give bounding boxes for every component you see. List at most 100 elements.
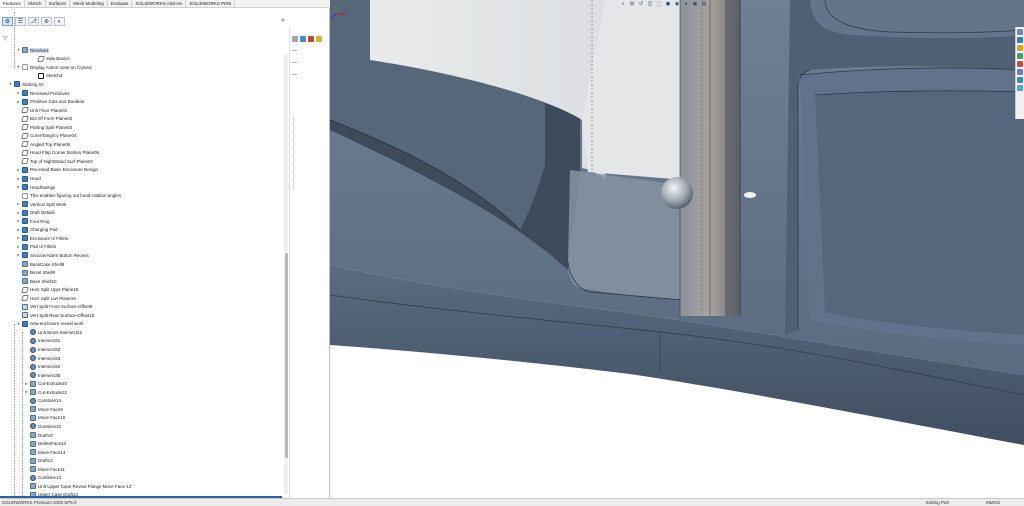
expand-toggle-icon[interactable]: ▾ <box>8 81 13 87</box>
tree-item[interactable]: ▸ Hood <box>0 174 284 183</box>
tree-item[interactable]: Intersect34 <box>0 362 284 371</box>
ball-button[interactable] <box>661 177 693 209</box>
expand-toggle-icon[interactable]: ▸ <box>16 176 21 182</box>
tree-item[interactable]: ▾ Revolve1 <box>0 46 284 55</box>
expand-toggle-icon[interactable]: ▸ <box>16 90 21 96</box>
tree-item[interactable]: ▾ Display Action none on Curved <box>0 63 284 72</box>
tree-item[interactable]: ▸ Cut-Extrude22 <box>0 388 284 397</box>
hide-show-icon[interactable]: ◉ <box>674 1 680 7</box>
top-right-oval[interactable] <box>810 0 1024 39</box>
expand-toggle-icon[interactable]: ▸ <box>16 167 21 173</box>
pin-icon[interactable] <box>292 36 298 42</box>
tree-item[interactable]: ▸ Revolved Primitives <box>0 89 284 98</box>
tree-item[interactable]: BackCase Shell8 <box>0 260 284 269</box>
tree-item[interactable]: ▸ Charging Pad <box>0 226 284 235</box>
expand-toggle-icon[interactable]: ▸ <box>16 235 21 241</box>
tab-evaluate[interactable]: Evaluate <box>108 0 133 7</box>
tree-item[interactable]: DeleteFace13 <box>0 439 284 448</box>
graphics-area[interactable]: ⌕ ⊞ ↺ ◫ ⬚ ◼ ◉ ● ▣ ▤ <box>330 0 1024 498</box>
tree-item[interactable]: Move Face10 <box>0 414 284 423</box>
tree-item[interactable]: ▸ Snooze/Alarm Button Recess <box>0 251 284 260</box>
tree-item[interactable]: Draft10 <box>0 431 284 440</box>
design-library-icon[interactable] <box>1017 37 1023 43</box>
expand-toggle-icon[interactable]: ▸ <box>24 389 29 395</box>
tree-item[interactable]: Hood Flap Corner Bottom Plane06 <box>0 149 284 158</box>
tree-item[interactable]: Bezel Shell9 <box>0 268 284 277</box>
tree-item[interactable]: Combine14 <box>0 397 284 406</box>
tree-item[interactable]: Combine10 <box>0 422 284 431</box>
tree-item[interactable]: Horz Split Lwr Plane16 <box>0 294 284 303</box>
view-icon[interactable] <box>300 36 306 42</box>
pdm-icon[interactable] <box>1017 85 1023 91</box>
appearances-icon[interactable] <box>1017 61 1023 67</box>
tree-item[interactable]: CurveTangncy Plane04 <box>0 132 284 141</box>
tree-item[interactable]: Intersect31 <box>0 337 284 346</box>
tree-item[interactable]: Intersect32 <box>0 345 284 354</box>
right-pocket-inner[interactable] <box>815 90 1024 336</box>
view-settings-icon[interactable]: ▤ <box>701 1 707 7</box>
tab-sketch[interactable]: Sketch <box>25 0 46 7</box>
tree-item[interactable]: Top of NightStand Surf Plane07 <box>0 157 284 166</box>
model-view[interactable] <box>330 0 1024 498</box>
expand-toggle-icon[interactable]: ▸ <box>16 244 21 250</box>
feature-manager-icon[interactable]: ⚙ <box>2 17 13 26</box>
tree-item[interactable]: Parting Split Plane03 <box>0 123 284 132</box>
zoom-area-icon[interactable]: ⊞ <box>629 1 635 7</box>
tree-item[interactable]: ▸ Draft Details <box>0 208 284 217</box>
tree-item[interactable]: Horz Split Uppr Plane15 <box>0 285 284 294</box>
tree-item[interactable]: Bot Of Form Plane02 <box>0 114 284 123</box>
tree-item[interactable]: Side Basics <box>0 55 284 64</box>
tree-scrollbar-thumb[interactable] <box>284 253 288 458</box>
appearance-ball-icon[interactable] <box>308 36 314 42</box>
tree-item[interactable]: Unit Upper Case Reveal Flange Move Face … <box>0 482 284 491</box>
previous-view-icon[interactable]: ↺ <box>638 1 644 7</box>
tree-item[interactable]: ▸ Pre-Hood Basic Enclosure Design <box>0 166 284 175</box>
tree-item[interactable]: ▸ Primitive Cuts and Boolean <box>0 97 284 106</box>
tree-item[interactable]: ▸ Foot Ring <box>0 217 284 226</box>
section-view-icon[interactable]: ◫ <box>647 1 653 7</box>
tab-surfaces[interactable]: Surfaces <box>46 0 71 7</box>
expand-toggle-icon[interactable]: ▸ <box>16 227 21 233</box>
expand-toggle-icon[interactable]: ▾ <box>16 64 21 70</box>
solidworks-forum-icon[interactable] <box>1017 77 1023 83</box>
tree-item[interactable]: ▾ Starting IO <box>0 80 284 89</box>
expand-toggle-icon[interactable]: ▸ <box>16 210 21 216</box>
tab-solidworks-add-ins[interactable]: SOLIDWORKS Add-Ins <box>132 0 187 7</box>
tree-item[interactable]: Unit Floor Plane01 <box>0 106 284 115</box>
configuration-manager-icon[interactable]: ⎇ <box>28 17 39 26</box>
status-units-label[interactable]: MMGS <box>986 500 1000 505</box>
tree-item[interactable]: Combine13 <box>0 474 284 483</box>
expand-toggle-icon[interactable]: ▸ <box>16 218 21 224</box>
property-manager-icon[interactable]: ☰ <box>15 17 26 26</box>
tree-item[interactable]: Intersect35 <box>0 371 284 380</box>
expand-toggle-icon[interactable]: ▸ <box>24 381 29 387</box>
expand-toggle-icon[interactable]: ▸ <box>16 184 21 190</box>
tree-item[interactable]: Sketch4 <box>0 72 284 81</box>
view-palette-icon[interactable] <box>1017 53 1023 59</box>
tree-item[interactable]: Vert Split Front Surface-Offset9 <box>0 303 284 312</box>
dimxpert-icon[interactable]: ⊕ <box>41 17 52 26</box>
scene-icon[interactable] <box>316 36 322 42</box>
expand-toggle-icon[interactable]: ▾ <box>16 321 21 327</box>
tab-mesh-modeling[interactable]: Mesh Modeling <box>70 0 108 7</box>
expand-toggle-icon[interactable]: ▸ <box>16 99 21 105</box>
view-orientation-icon[interactable]: ⬚ <box>656 1 662 7</box>
tree-item[interactable]: Unit Bezel Intersect22 <box>0 328 284 337</box>
tree-item[interactable]: ▸ Vertical Split Work <box>0 200 284 209</box>
tree-item[interactable]: Base Shell10 <box>0 277 284 286</box>
tree-item[interactable]: Intersect33 <box>0 354 284 363</box>
display-style-icon[interactable]: ◼ <box>665 1 671 7</box>
tree-item[interactable]: This enables figuring out hood rotation … <box>0 191 284 200</box>
tree-item[interactable]: Move Face9 <box>0 405 284 414</box>
tab-solidworks-pdm[interactable]: SOLIDWORKS PDM <box>186 0 236 7</box>
tab-features[interactable]: Features <box>0 0 25 7</box>
scene-icon[interactable]: ▣ <box>692 1 698 7</box>
file-explorer-icon[interactable] <box>1017 45 1023 51</box>
edit-appearance-icon[interactable]: ● <box>683 1 689 7</box>
appearance-icon[interactable]: ◐ <box>54 17 65 26</box>
tree-item[interactable]: Draft12 <box>0 456 284 465</box>
tree-item[interactable]: Move Face14 <box>0 448 284 457</box>
tree-item[interactable]: ▸ HoodSwings <box>0 183 284 192</box>
expand-toggle-icon[interactable]: ▾ <box>16 47 21 53</box>
tree-item[interactable]: ▸ Pad I2 Fillets <box>0 243 284 252</box>
